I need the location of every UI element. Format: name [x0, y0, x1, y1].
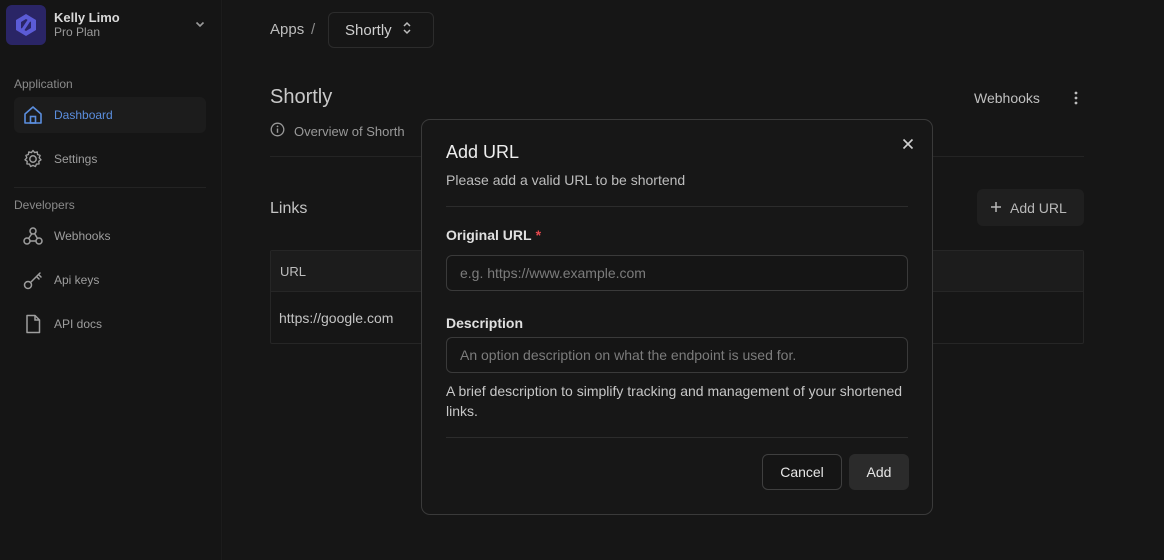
description-input[interactable] — [446, 337, 908, 373]
sidebar-divider — [14, 187, 206, 188]
app-selector-label: Shortly — [345, 21, 392, 39]
add-url-dialog: Add URL Please add a valid URL to be sho… — [421, 119, 933, 515]
webhook-icon — [22, 225, 44, 247]
sidebar-item-settings[interactable]: Settings — [14, 141, 206, 177]
description-label: Description — [446, 315, 524, 331]
overview-label: Overview of Shorth — [294, 123, 405, 139]
account-switcher[interactable]: Kelly Limo Pro Plan — [6, 4, 216, 46]
close-icon[interactable] — [900, 136, 916, 152]
page-title: Shortly — [270, 86, 333, 108]
key-icon — [22, 269, 44, 291]
breadcrumb-separator: / — [311, 21, 316, 38]
links-section-title: Links — [270, 200, 308, 217]
dialog-subtitle: Please add a valid URL to be shortend — [446, 172, 686, 188]
sidebar-item-label: Dashboard — [54, 108, 113, 122]
sidebar-item-api-docs[interactable]: API docs — [14, 306, 206, 342]
required-asterisk: * — [535, 227, 542, 243]
dialog-footer-divider — [446, 437, 908, 438]
sidebar-item-webhooks[interactable]: Webhooks — [14, 218, 206, 254]
chevron-down-icon[interactable] — [194, 17, 206, 35]
webhooks-link[interactable]: Webhooks — [974, 90, 1040, 106]
dialog-title: Add URL — [446, 142, 520, 162]
home-icon — [22, 104, 44, 126]
account-name: Kelly Limo — [54, 10, 120, 25]
section-label-application: Application — [14, 77, 73, 91]
gear-icon — [22, 148, 44, 170]
description-help-text: A brief description to simplify tracking… — [446, 383, 903, 419]
column-header-url: URL — [280, 263, 307, 279]
table-cell-url[interactable]: https://google.com — [279, 310, 393, 326]
breadcrumb-apps[interactable]: Apps — [270, 21, 304, 38]
sidebar-item-label: API docs — [54, 317, 103, 331]
plus-icon — [990, 200, 1002, 216]
original-url-label: Original URL * — [446, 227, 541, 243]
add-url-button-label: Add URL — [1010, 199, 1067, 216]
chevron-up-down-icon — [402, 21, 412, 39]
section-label-developers: Developers — [14, 198, 75, 212]
info-icon — [270, 122, 285, 140]
sidebar-item-label: Api keys — [54, 273, 100, 287]
app-logo — [6, 5, 46, 45]
sidebar: Kelly Limo Pro Plan Application Dashboar… — [0, 0, 222, 560]
add-url-button[interactable]: Add URL — [977, 189, 1084, 226]
document-icon — [22, 313, 44, 335]
sidebar-item-label: Settings — [54, 152, 98, 166]
overview-text: Overview of Shorth — [270, 122, 405, 140]
account-plan: Pro Plan — [54, 25, 101, 39]
sidebar-item-label: Webhooks — [54, 229, 111, 243]
more-vertical-icon[interactable] — [1066, 88, 1086, 108]
original-url-label-text: Original URL — [446, 227, 532, 243]
sidebar-item-api-keys[interactable]: Api keys — [14, 262, 206, 298]
sidebar-item-dashboard[interactable]: Dashboard — [14, 97, 206, 133]
app-selector[interactable]: Shortly — [328, 12, 434, 48]
original-url-input[interactable] — [446, 255, 908, 291]
dialog-divider — [446, 206, 908, 207]
add-button[interactable]: Add — [849, 454, 909, 490]
cancel-button[interactable]: Cancel — [762, 454, 842, 490]
